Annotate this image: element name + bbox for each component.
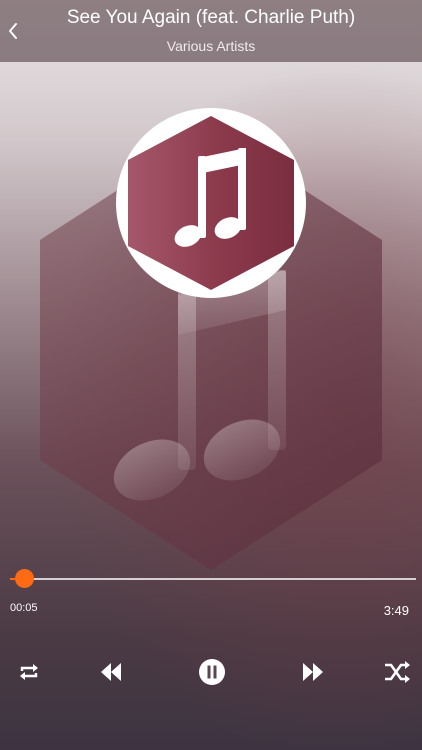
rewind-button[interactable]	[94, 652, 128, 692]
chevron-left-icon	[9, 23, 17, 39]
fast-forward-icon	[303, 663, 323, 681]
shuffle-icon	[385, 661, 410, 683]
back-button[interactable]	[2, 16, 24, 46]
progress-thumb[interactable]	[15, 569, 35, 588]
album-art-badge	[116, 108, 306, 298]
repeat-icon	[20, 664, 38, 680]
fast-forward-button[interactable]	[296, 652, 330, 692]
rewind-icon	[101, 663, 121, 681]
total-time: 3:49	[383, 603, 409, 618]
now-playing-header: See You Again (feat. Charlie Puth) Vario…	[0, 0, 422, 62]
repeat-button[interactable]	[14, 652, 44, 692]
pause-icon	[199, 659, 225, 685]
song-title: See You Again (feat. Charlie Puth)	[66, 7, 356, 28]
progress-track[interactable]	[10, 578, 416, 580]
shuffle-button[interactable]	[380, 652, 414, 692]
artist-name: Various Artists	[166, 38, 256, 54]
pause-button[interactable]	[196, 652, 228, 692]
elapsed-time: 00:05	[10, 602, 38, 614]
album-art	[128, 116, 294, 290]
